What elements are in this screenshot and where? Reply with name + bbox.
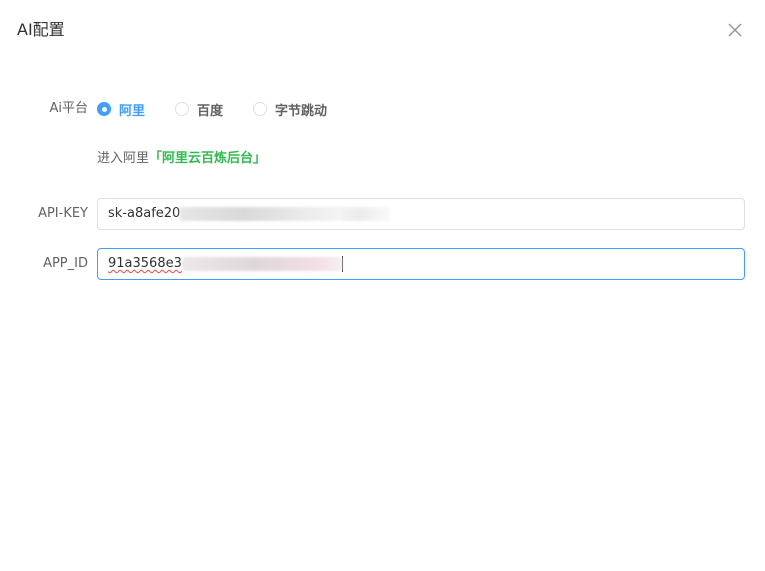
close-button[interactable] — [723, 18, 747, 42]
ai-config-dialog: AI配置 Ai平台 阿里 百度 字节跳动 进入阿里「阿里云百炼后台」 API-K… — [0, 0, 765, 571]
radio-baidu[interactable]: 百度 — [175, 99, 223, 119]
console-link[interactable]: 「阿里云百炼后台」 — [149, 151, 266, 166]
radio-circle[interactable] — [175, 102, 190, 116]
radio-aliyun[interactable]: 阿里 — [97, 99, 145, 119]
app-id-value: 91a3568e3 — [108, 256, 182, 271]
text-cursor — [341, 255, 343, 272]
radio-label-bytedance: 字节跳动 — [275, 103, 328, 119]
platform-label: Ai平台 — [49, 101, 88, 116]
radio-label-baidu: 百度 — [197, 103, 224, 119]
console-link-prefix: 进入阿里 — [97, 151, 150, 166]
redacted-mask — [340, 206, 391, 221]
api-key-value: sk-a8afe20 — [108, 206, 181, 221]
radio-label-aliyun: 阿里 — [119, 103, 146, 119]
close-icon — [728, 23, 742, 37]
api-key-label: API-KEY — [38, 206, 88, 221]
platform-radio-group: 阿里 百度 字节跳动 — [97, 99, 357, 119]
redacted-mask — [180, 206, 341, 221]
dialog-title: AI配置 — [17, 20, 65, 39]
radio-circle[interactable] — [253, 102, 268, 116]
radio-circle-checked[interactable] — [97, 102, 111, 116]
api-key-input[interactable]: sk-a8afe20 — [97, 198, 745, 230]
radio-bytedance[interactable]: 字节跳动 — [253, 99, 327, 119]
redacted-mask — [181, 256, 342, 271]
app-id-input[interactable]: 91a3568e3 — [97, 248, 745, 280]
app-id-label: APP_ID — [43, 256, 88, 271]
console-link-row: 进入阿里「阿里云百炼后台」 — [97, 149, 266, 169]
